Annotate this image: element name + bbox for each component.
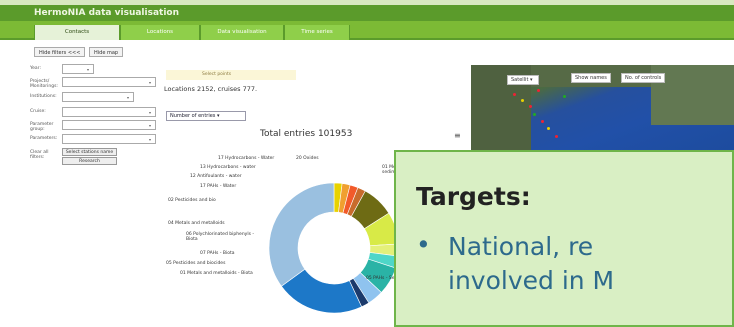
chart-label: 17 Hydrocarbons - Water bbox=[218, 156, 275, 161]
chart-label: 07 PAHs - Biota bbox=[200, 251, 235, 256]
locations-count: Locations 2152, cruises 777. bbox=[164, 85, 258, 93]
chart-label: 20 Oxides bbox=[296, 156, 319, 161]
overlay-line: National, re bbox=[448, 232, 594, 261]
tab-bar: Contacts Locations Data visualisation Ti… bbox=[0, 21, 734, 40]
parameters-select[interactable]: ▾ bbox=[62, 134, 156, 144]
filter-institutions: Institutions: ▾ bbox=[30, 92, 160, 104]
donut-slice[interactable] bbox=[268, 182, 335, 287]
app-window: HermoNIA data visualisation Contacts Loc… bbox=[0, 0, 734, 327]
overlay-line: involved in M bbox=[448, 266, 615, 295]
bullet-icon: • bbox=[416, 230, 431, 259]
filter-label: Year: bbox=[30, 66, 41, 71]
tab-contacts[interactable]: Contacts bbox=[34, 25, 120, 40]
entries-select-label: Number of entries bbox=[170, 113, 216, 119]
chart-label: 06 Polychlorinated biphenyls - Biota bbox=[186, 232, 254, 242]
projects-select[interactable]: ▾ bbox=[62, 77, 156, 87]
chevron-down-icon: ▾ bbox=[148, 123, 151, 128]
filter-parameter-group: Parameter group: ▾ bbox=[30, 120, 160, 132]
map-type-select[interactable]: Satellit ▾ bbox=[507, 75, 539, 85]
tab-locations[interactable]: Locations bbox=[120, 25, 200, 40]
overlay-text: National, re involved in M bbox=[448, 230, 614, 298]
chart-title: Total entries 101953 bbox=[260, 129, 353, 139]
hide-map-button[interactable]: Hide map bbox=[89, 47, 124, 57]
filter-actions: Clear all filters: Select stations name … bbox=[30, 148, 160, 165]
overlay-heading: Targets: bbox=[416, 182, 531, 211]
show-names-button[interactable]: Show names bbox=[571, 73, 611, 83]
select-stations-button[interactable]: Select stations name bbox=[62, 148, 117, 156]
slide-overlay: Targets: • National, re involved in M bbox=[394, 150, 734, 327]
map-marker[interactable] bbox=[533, 113, 536, 116]
chevron-down-icon: ▾ bbox=[126, 95, 129, 100]
map-marker[interactable] bbox=[513, 93, 516, 96]
select-points-note: Select points bbox=[166, 70, 296, 80]
map-marker[interactable] bbox=[529, 105, 532, 108]
filter-label: Cruise: bbox=[30, 109, 46, 114]
research-button[interactable]: Research bbox=[62, 157, 117, 165]
map-marker[interactable] bbox=[555, 135, 558, 138]
app-title: HermoNIA data visualisation bbox=[0, 5, 734, 21]
chart-label: 05 PAHs - Sed bbox=[366, 276, 398, 281]
chart-label: 01 Metals and metalloids - Biota bbox=[180, 271, 253, 276]
number-of-entries-select[interactable]: Number of entries ▾ bbox=[166, 111, 246, 121]
chart-label: 13 Hydrocarbons - water bbox=[200, 165, 256, 170]
map-marker[interactable] bbox=[547, 127, 550, 130]
chevron-down-icon: ▾ bbox=[530, 77, 533, 83]
no-of-controls-button[interactable]: No. of controls bbox=[621, 73, 666, 83]
filter-label: Parameters: bbox=[30, 136, 58, 141]
filter-label: Institutions: bbox=[30, 94, 57, 99]
chevron-down-icon: ▾ bbox=[217, 113, 220, 119]
filter-label: Parameter group: bbox=[30, 122, 54, 132]
map-marker[interactable] bbox=[563, 95, 566, 98]
cruise-select[interactable]: ▾ bbox=[62, 107, 156, 117]
chart-label: 17 PAHs - Water bbox=[200, 184, 237, 189]
tab-time-series[interactable]: Time series bbox=[284, 25, 350, 40]
map-type-label: Satellit bbox=[511, 77, 529, 83]
filter-projects: Projects/ Monitorings: ▾ bbox=[30, 77, 160, 89]
chart-menu-icon[interactable]: ≡ bbox=[454, 131, 461, 140]
chevron-down-icon: ▾ bbox=[148, 80, 151, 85]
chart-label: 05 Pesticides and biocides bbox=[166, 261, 226, 266]
filter-year: Year: ▾ bbox=[30, 64, 160, 76]
chart-label: 04 Metals and metalloids bbox=[168, 221, 225, 226]
map-marker[interactable] bbox=[521, 99, 524, 102]
hide-filters-button[interactable]: Hide filters <<< bbox=[34, 47, 86, 57]
chevron-down-icon: ▾ bbox=[86, 67, 89, 72]
chevron-down-icon: ▾ bbox=[148, 137, 151, 142]
tab-data-visualisation[interactable]: Data visualisation bbox=[200, 25, 284, 40]
map-marker[interactable] bbox=[537, 89, 540, 92]
chart-label: 12 Antifoulants - water bbox=[190, 174, 242, 179]
filter-label: Clear all filters: bbox=[30, 150, 49, 160]
donut-chart bbox=[268, 182, 400, 314]
chart-label: 02 Pesticides and bio bbox=[168, 198, 216, 203]
year-select[interactable]: ▾ bbox=[62, 64, 94, 74]
chevron-down-icon: ▾ bbox=[148, 110, 151, 115]
filter-cruise: Cruise: ▾ bbox=[30, 107, 160, 119]
filter-label: Projects/ Monitorings: bbox=[30, 79, 58, 89]
parameter-group-select[interactable]: ▾ bbox=[62, 120, 156, 130]
map-marker[interactable] bbox=[541, 120, 544, 123]
filter-parameters: Parameters: ▾ bbox=[30, 134, 160, 146]
institutions-select[interactable]: ▾ bbox=[62, 92, 134, 102]
